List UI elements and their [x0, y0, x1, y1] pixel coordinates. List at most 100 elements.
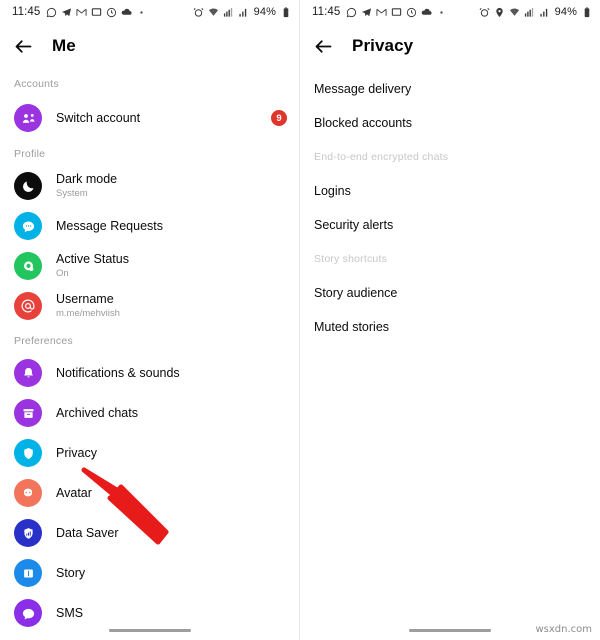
section-label-story-shortcuts: Story shortcuts	[314, 253, 388, 265]
list-item-title: Username	[56, 292, 114, 306]
wifi-icon	[509, 7, 520, 18]
right-status-bar: 11:45 94%	[300, 0, 600, 24]
list-item-message-delivery[interactable]: Message delivery	[300, 72, 600, 106]
list-item-subtitle: System	[56, 188, 88, 199]
shield-icon	[14, 439, 42, 467]
cloud-icon	[121, 7, 132, 18]
mail-icon	[76, 7, 87, 18]
list-item-logins[interactable]: Logins	[300, 174, 600, 208]
message-icon	[91, 7, 102, 18]
section-label-accounts: Accounts	[14, 78, 59, 90]
list-item-title: Privacy	[56, 445, 97, 460]
switch-account-icon	[14, 104, 42, 132]
section-label-end-to-end-encrypted-chats: End-to-end encrypted chats	[314, 151, 449, 163]
list-item-active-status[interactable]: Active Status On	[0, 246, 299, 286]
list-item-archived-chats[interactable]: Archived chats	[0, 393, 299, 433]
privacy-settings-list: Message delivery Blocked accounts End-to…	[300, 72, 600, 344]
list-item-title: Data Saver	[56, 525, 119, 540]
nav-home-pill[interactable]	[409, 628, 491, 632]
list-item-text: Data Saver	[56, 526, 287, 541]
message-icon	[391, 7, 402, 18]
dual-screenshot-container: 11:45 94% Me Accounts Switch account 9 P…	[0, 0, 600, 640]
back-arrow-icon[interactable]	[12, 35, 34, 57]
list-item-title: Dark mode	[56, 172, 118, 186]
section-label-profile: Profile	[14, 148, 46, 160]
list-item-username[interactable]: Username m.me/mehviish	[0, 286, 299, 326]
list-item-title: Avatar	[56, 485, 92, 500]
list-item-blocked-accounts[interactable]: Blocked accounts	[300, 106, 600, 140]
dot-icon	[136, 7, 147, 18]
battery-icon	[581, 6, 592, 18]
alarm-icon	[479, 7, 490, 18]
list-item-notifications-and-sounds[interactable]: Notifications & sounds	[0, 353, 299, 393]
signal-cell-2-icon	[539, 7, 550, 18]
list-item-text: Dark mode System	[56, 172, 287, 200]
back-arrow-icon[interactable]	[312, 35, 334, 57]
archive-box-icon	[14, 399, 42, 427]
list-item-text: Notifications & sounds	[56, 366, 287, 381]
right-phone-screen: 11:45 94% Privacy Message delivery Block…	[300, 0, 600, 640]
signal-cell-1-icon	[524, 7, 535, 18]
list-item-text: Avatar	[56, 486, 287, 501]
nav-home-pill[interactable]	[108, 628, 191, 632]
data-saver-shield-icon	[14, 519, 42, 547]
list-item-message-requests[interactable]: Message Requests	[0, 206, 299, 246]
dot-icon	[436, 7, 447, 18]
signal-cell-1-icon	[223, 7, 234, 18]
list-item-title: Active Status	[56, 252, 129, 266]
list-item-privacy[interactable]: Privacy	[0, 433, 299, 473]
status-badge: 9	[271, 110, 287, 126]
left-status-bar-right-group: 94%	[193, 6, 291, 18]
list-item-text: Story	[56, 566, 287, 581]
list-item-text: Archived chats	[56, 406, 287, 421]
battery-percent: 94%	[253, 6, 276, 18]
at-sign-icon	[14, 292, 42, 320]
list-item-dark-mode[interactable]: Dark mode System	[0, 166, 299, 206]
list-item-text: Active Status On	[56, 252, 287, 280]
page-title: Me	[52, 36, 76, 55]
bell-icon	[14, 359, 42, 387]
location-pin-icon	[494, 7, 505, 18]
signal-cell-2-icon	[238, 7, 249, 18]
moon-icon	[14, 172, 42, 200]
list-item-text: SMS	[56, 606, 287, 621]
list-item-switch-account[interactable]: Switch account 9	[0, 98, 299, 138]
list-item-title: Story	[56, 565, 86, 580]
whatsapp-icon	[346, 7, 357, 18]
right-status-bar-left-group: 11:45	[312, 6, 447, 18]
right-status-bar-right-group: 94%	[479, 6, 592, 18]
active-status-icon	[14, 252, 42, 280]
cloud-icon	[421, 7, 432, 18]
message-bubble-icon	[14, 212, 42, 240]
list-item-story-audience[interactable]: Story audience	[300, 276, 600, 310]
list-item-avatar[interactable]: Avatar	[0, 473, 299, 513]
list-item-sms[interactable]: SMS	[0, 593, 299, 633]
list-item-story[interactable]: Story	[0, 553, 299, 593]
list-item-data-saver[interactable]: Data Saver	[0, 513, 299, 553]
list-item-subtitle: On	[56, 268, 69, 279]
list-item-title: Message Requests	[56, 218, 164, 233]
list-item-title: Notifications & sounds	[56, 365, 180, 380]
sms-icon	[14, 599, 42, 627]
alarm-icon	[193, 7, 204, 18]
telegram-icon	[61, 7, 72, 18]
page-title: Privacy	[352, 36, 414, 55]
clock-icon	[106, 7, 117, 18]
battery-icon	[280, 6, 291, 18]
left-status-bar-left-group: 11:45	[12, 6, 147, 18]
status-time: 11:45	[312, 6, 341, 18]
avatar-icon	[14, 479, 42, 507]
list-item-security-alerts[interactable]: Security alerts	[300, 208, 600, 242]
list-item-title: Archived chats	[56, 405, 138, 420]
list-item-text: Switch account	[56, 111, 271, 126]
whatsapp-icon	[46, 7, 57, 18]
left-phone-screen: 11:45 94% Me Accounts Switch account 9 P…	[0, 0, 300, 640]
mail-icon	[376, 7, 387, 18]
left-status-bar: 11:45 94%	[0, 0, 299, 24]
list-item-subtitle: m.me/mehviish	[56, 308, 120, 319]
list-item-title: SMS	[56, 605, 84, 620]
battery-percent: 94%	[554, 6, 577, 18]
list-item-muted-stories[interactable]: Muted stories	[300, 310, 600, 344]
list-item-title: Switch account	[56, 110, 141, 125]
clock-icon	[406, 7, 417, 18]
